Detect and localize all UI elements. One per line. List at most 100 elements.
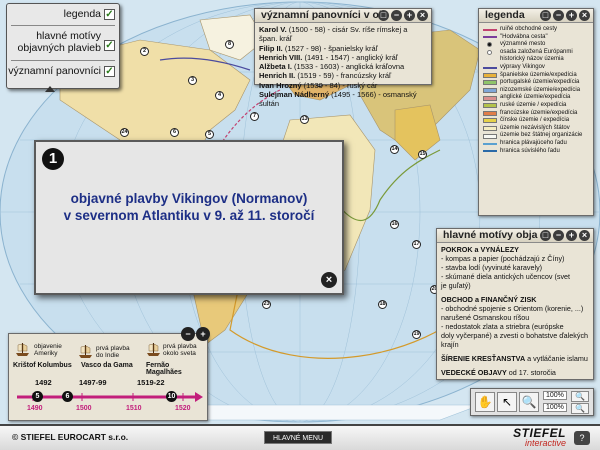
legend-item: čínske územie / expedícia — [483, 117, 589, 125]
legend-item: významné mesto — [483, 41, 589, 49]
motive-line: a vytláčanie islamu — [525, 354, 588, 363]
timeline-year: 1519-22 — [137, 378, 165, 387]
menu-item-motives-label[interactable]: hlavné motívy objavných plavieb — [18, 30, 101, 54]
ruler-detail: (1530 - 84) - ruský cár — [303, 80, 378, 90]
legend-label: hranica súvislého ľadu — [500, 147, 560, 154]
timeline-year: 1492 — [35, 378, 52, 387]
legend-item: "Hodvábna cesta" — [483, 34, 589, 42]
ruler-detail: (1533 - 1603) - anglická kráľovna — [294, 62, 405, 72]
motive-section: ŠÍRENIE KRESŤANSTVA a vytláčanie islamu — [441, 354, 589, 363]
map-number-marker[interactable]: 5 — [205, 130, 214, 139]
ruler-row: Henrich II. (1519 - 59) - francúzsky krá… — [259, 71, 427, 80]
maximize-button[interactable]: + — [566, 10, 577, 21]
restore-button[interactable]: □ — [378, 10, 389, 21]
map-number-marker[interactable]: 16 — [390, 220, 399, 229]
map-number-marker[interactable]: 15 — [418, 150, 427, 159]
motives-panel-title[interactable]: hlavné motívy obja □ − + × — [437, 229, 593, 243]
minimize-button[interactable]: − — [553, 10, 564, 21]
zoom-in-icon[interactable]: 🔍 — [571, 391, 589, 402]
motive-line: doly vyčerpané) a zvesti o bohatstve — [441, 331, 558, 340]
minimize-button[interactable]: − — [553, 230, 564, 241]
menu-item-legend-label[interactable]: legenda — [64, 8, 101, 20]
legend-list: ruiňé obchodné cesty "Hodvábna cesta" význ… — [479, 23, 593, 158]
legend-label: ruské územie / expedícia — [500, 101, 567, 108]
minimize-button[interactable]: − — [391, 10, 402, 21]
close-button[interactable]: × — [579, 230, 590, 241]
legend-label: výpravy Vikingov — [500, 63, 545, 70]
timeline-minus-button[interactable]: − — [181, 327, 195, 341]
menu-item-rulers-label[interactable]: významní panovníci — [8, 65, 101, 77]
legend-swatch — [483, 150, 497, 153]
ruler-name: Karol V. — [259, 25, 287, 34]
map-number-marker[interactable]: 23 — [262, 300, 271, 309]
ruler-row: Henrich VIII. (1491 - 1547) - anglický k… — [259, 53, 427, 62]
rulers-panel: významní panovníci v ob □ − + × Karol V.… — [254, 8, 432, 108]
maximize-button[interactable]: + — [566, 230, 577, 241]
map-number-marker[interactable]: 3 — [188, 76, 197, 85]
map-number-marker[interactable]: 8 — [225, 40, 234, 49]
map-number-marker[interactable]: 4 — [215, 91, 224, 100]
ruler-detail: (1491 - 1547) - anglický kráľ — [304, 52, 398, 62]
map-number-marker[interactable]: 18 — [378, 300, 387, 309]
timeline-plus-button[interactable]: + — [196, 327, 210, 341]
map-number-marker[interactable]: 14 — [390, 145, 399, 154]
hand-icon[interactable]: ✋ — [475, 392, 495, 412]
company-name-text: STIEFEL EUROCART s.r.o. — [20, 432, 129, 442]
motive-line: - stavba lodí (vyvinuté karavely) — [441, 263, 543, 272]
close-button[interactable]: × — [579, 10, 590, 21]
restore-button[interactable]: □ — [540, 10, 551, 21]
pointer-icon[interactable]: ↖ — [497, 392, 517, 412]
map-number-marker[interactable]: 19 — [412, 330, 421, 339]
ruler-row: Ivan Hrozný (1530 - 84) - ruský cár — [259, 81, 427, 90]
legend-swatch — [483, 126, 497, 132]
help-icon[interactable]: ? — [574, 431, 590, 445]
legend-item: ruské územie / expedícia — [483, 102, 589, 110]
timeline-marker[interactable]: 5 — [32, 391, 43, 402]
ruler-name: Henrich II. — [259, 71, 296, 81]
map-number-marker[interactable]: 7 — [250, 112, 259, 121]
legend-item: historický názov územia — [483, 56, 589, 64]
dialog-close-button[interactable]: × — [321, 272, 337, 288]
motive-line: - obchodné spojenie s Orientom (korenie,… — [441, 304, 584, 313]
footer-bar: © STIEFEL EUROCART s.r.o. HLAVNÉ MENU ST… — [0, 424, 600, 450]
zoom-out-icon[interactable]: 🔍 — [571, 403, 589, 414]
legend-label: hranica plávajúceho ľadu — [500, 139, 567, 146]
motive-section: VEDECKÉ OBJAVY od 17. storočia — [441, 368, 589, 377]
map-number-marker[interactable]: 17 — [412, 240, 421, 249]
legend-checkbox[interactable]: ✓ — [104, 9, 115, 20]
maximize-button[interactable]: + — [404, 10, 415, 21]
ruler-name: Sulejman Nádherný — [259, 90, 330, 100]
rulers-panel-title[interactable]: významní panovníci v ob □ − + × — [255, 9, 431, 23]
main-menu-button[interactable]: HLAVNÉ MENU — [264, 431, 332, 444]
legend-swatch — [487, 50, 492, 56]
timeline-marker[interactable]: 6 — [62, 391, 73, 402]
legend-label: anglické územie/expedícia — [500, 94, 571, 101]
close-button[interactable]: × — [417, 10, 428, 21]
zoom-level-a: 100% — [543, 391, 567, 400]
explorer-name: Fernão Magalhães — [146, 362, 182, 376]
legend-item: územie bez štátnej organizácie — [483, 132, 589, 140]
timeline-marker[interactable]: 10 — [166, 391, 177, 402]
ruler-row: Sulejman Nádherný (1495 - 1566) - osmans… — [259, 90, 427, 109]
logo-sub-text: interactive — [524, 438, 566, 448]
restore-button[interactable]: □ — [540, 230, 551, 241]
motives-checkbox[interactable]: ✓ — [104, 40, 115, 51]
legend-item: španielske územie/expedícia — [483, 72, 589, 80]
legend-swatch — [483, 88, 497, 94]
legend-label: čínske územie / expedícia — [500, 117, 570, 124]
rulers-checkbox[interactable]: ✓ — [104, 66, 115, 77]
map-number-marker[interactable]: 6 — [170, 128, 179, 137]
legend-panel-title[interactable]: legenda □ − + × — [479, 9, 593, 23]
legend-swatch — [483, 118, 497, 124]
map-number-marker[interactable]: 2 — [140, 47, 149, 56]
magnifier-icon[interactable]: 🔍 — [519, 392, 539, 412]
legend-label: portugalské územie/expedícia — [500, 79, 580, 86]
map-number-marker[interactable]: 13 — [300, 115, 309, 124]
map-number-marker[interactable]: 24 — [120, 128, 129, 137]
timeline-scale-label: 1520 — [175, 405, 191, 412]
rulers-panel-title-text: významní panovníci v ob — [261, 9, 386, 21]
legend-swatch — [483, 103, 497, 109]
ruler-row: Alžbeta I. (1533 - 1603) - anglická kráľ… — [259, 62, 427, 71]
legend-item: územie nezávislých štátov — [483, 125, 589, 133]
info-dialog: 1 objavné plavby Vikingov (Normanov) v s… — [34, 140, 344, 295]
